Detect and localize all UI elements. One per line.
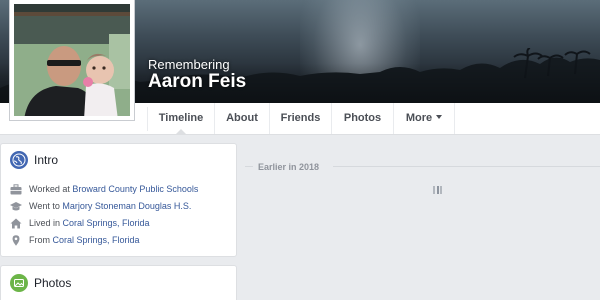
graduation-cap-icon xyxy=(10,202,22,211)
home-icon xyxy=(10,218,22,229)
timeline-section-label: Earlier in 2018 xyxy=(258,162,320,172)
intro-card: Intro Worked at Broward County Public Sc… xyxy=(0,143,237,257)
intro-item-link[interactable]: Coral Springs, Florida xyxy=(53,235,140,245)
intro-item-link[interactable]: Marjory Stoneman Douglas H.S. xyxy=(62,201,191,211)
tab-label: More xyxy=(405,112,433,124)
photos-title: Photos xyxy=(34,276,72,290)
tab-more[interactable]: More xyxy=(394,103,455,134)
section-divider-right xyxy=(333,166,600,167)
photos-icon xyxy=(10,274,28,292)
photos-card: Photos xyxy=(0,265,237,300)
intro-item-link[interactable]: Broward County Public Schools xyxy=(72,184,198,194)
location-pin-icon xyxy=(12,235,20,246)
intro-item-prefix: Went to xyxy=(29,201,63,211)
intro-item-link[interactable]: Coral Springs, Florida xyxy=(63,218,150,228)
briefcase-icon xyxy=(10,184,22,195)
tab-about[interactable]: About xyxy=(215,103,270,134)
intro-item-prefix: Lived in xyxy=(29,218,63,228)
avatar-photo xyxy=(14,4,130,116)
tab-label: Timeline xyxy=(158,112,204,124)
globe-icon xyxy=(10,151,28,169)
intro-item-prefix: Worked at xyxy=(29,184,73,194)
profile-picture[interactable] xyxy=(9,0,135,121)
tab-friends[interactable]: Friends xyxy=(270,103,332,134)
tab-timeline[interactable]: Timeline xyxy=(148,103,215,135)
tab-photos[interactable]: Photos xyxy=(332,103,394,134)
caret-down-icon xyxy=(436,115,443,120)
profile-name[interactable]: Aaron Feis xyxy=(148,71,246,93)
tab-label: About xyxy=(226,112,258,124)
tab-label: Friends xyxy=(280,112,321,124)
avatar xyxy=(14,4,130,116)
memorial-label: Remembering xyxy=(148,57,230,72)
intro-item-prefix: From xyxy=(29,235,53,245)
section-divider-left xyxy=(245,166,253,167)
loading-spinner-icon xyxy=(433,186,442,194)
tab-label: Photos xyxy=(343,112,382,124)
intro-title: Intro xyxy=(34,153,59,167)
